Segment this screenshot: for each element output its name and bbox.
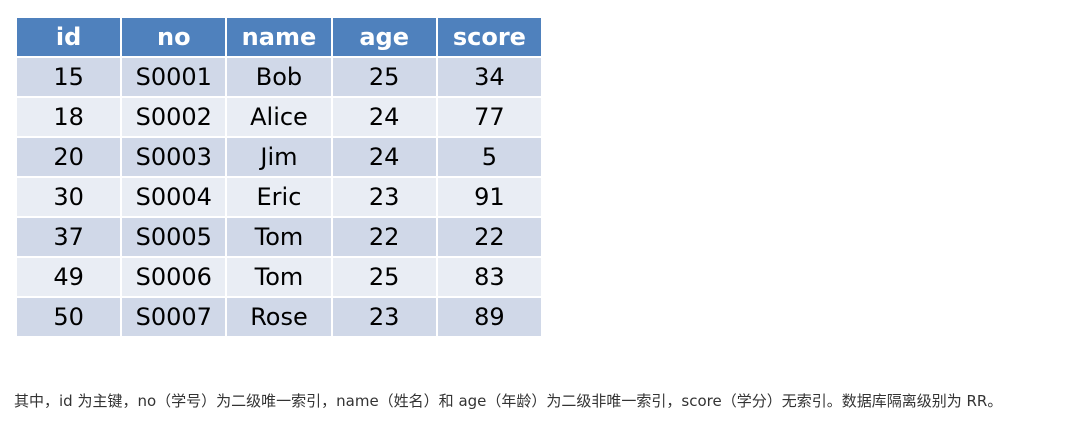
header-id: id (14, 16, 123, 58)
cell-age: 25 (330, 256, 438, 298)
cell-age: 23 (330, 176, 438, 218)
cell-name: Alice (225, 96, 333, 138)
cell-no: S0004 (120, 176, 228, 218)
cell-age: 24 (330, 136, 438, 178)
student-table: id no name age score 15 S0001 Bob 25 34 … (14, 16, 544, 338)
cell-no: S0005 (120, 216, 228, 258)
cell-name: Tom (225, 216, 333, 258)
table-header: id no name age score (14, 16, 544, 58)
cell-name: Rose (225, 296, 333, 338)
cell-score: 77 (435, 96, 544, 138)
cell-id: 18 (14, 96, 123, 138)
header-row: id no name age score (14, 16, 544, 58)
cell-name: Eric (225, 176, 333, 218)
table-row: 37 S0005 Tom 22 22 (14, 216, 544, 258)
cell-no: S0007 (120, 296, 228, 338)
cell-score: 22 (435, 216, 544, 258)
cell-name: Jim (225, 136, 333, 178)
student-table-container: id no name age score 15 S0001 Bob 25 34 … (14, 16, 544, 338)
header-no: no (120, 16, 228, 58)
cell-id: 15 (14, 56, 123, 98)
cell-score: 83 (435, 256, 544, 298)
cell-no: S0001 (120, 56, 228, 98)
table-row: 30 S0004 Eric 23 91 (14, 176, 544, 218)
cell-score: 34 (435, 56, 544, 98)
cell-id: 49 (14, 256, 123, 298)
cell-age: 25 (330, 56, 438, 98)
cell-age: 23 (330, 296, 438, 338)
header-score: score (435, 16, 544, 58)
header-name: name (225, 16, 333, 58)
description-paragraph: 其中，id 为主键，no（学号）为二级唯一索引，name（姓名）和 age（年龄… (14, 392, 1003, 410)
cell-id: 50 (14, 296, 123, 338)
cell-no: S0003 (120, 136, 228, 178)
table-row: 20 S0003 Jim 24 5 (14, 136, 544, 178)
cell-age: 24 (330, 96, 438, 138)
table-body: 15 S0001 Bob 25 34 18 S0002 Alice 24 77 … (14, 56, 544, 338)
header-age: age (330, 16, 438, 58)
cell-id: 37 (14, 216, 123, 258)
table-row: 18 S0002 Alice 24 77 (14, 96, 544, 138)
table-row: 49 S0006 Tom 25 83 (14, 256, 544, 298)
cell-no: S0002 (120, 96, 228, 138)
cell-name: Tom (225, 256, 333, 298)
cell-id: 30 (14, 176, 123, 218)
cell-age: 22 (330, 216, 438, 258)
cell-no: S0006 (120, 256, 228, 298)
cell-score: 91 (435, 176, 544, 218)
cell-score: 5 (435, 136, 544, 178)
cell-id: 20 (14, 136, 123, 178)
cell-score: 89 (435, 296, 544, 338)
table-row: 15 S0001 Bob 25 34 (14, 56, 544, 98)
cell-name: Bob (225, 56, 333, 98)
table-row: 50 S0007 Rose 23 89 (14, 296, 544, 338)
